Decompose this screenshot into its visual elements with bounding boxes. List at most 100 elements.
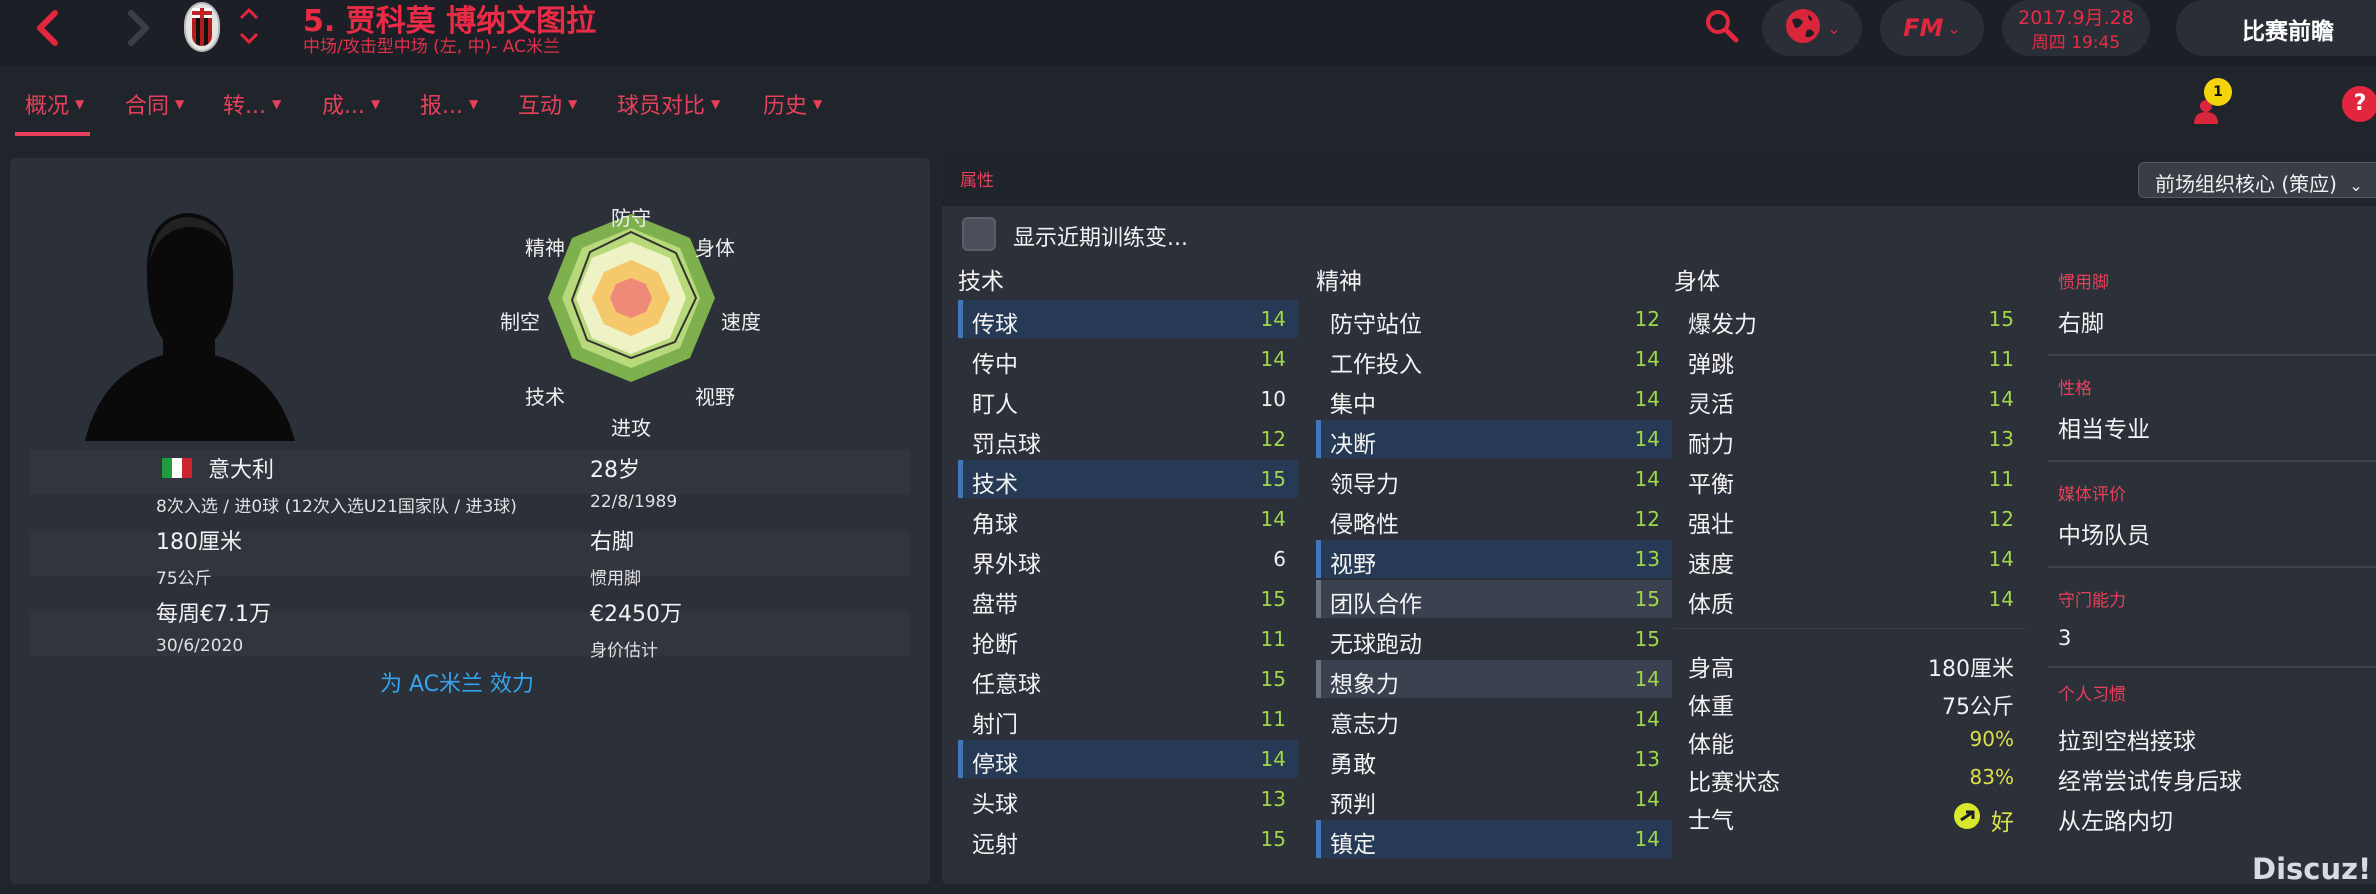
tab-transfer[interactable]: 转... ▼ [223, 88, 281, 128]
show-training-label: 显示近期训练变... [1013, 226, 1188, 251]
attribute-row[interactable]: 技术 15 [958, 460, 1298, 498]
player-tabs: 概况 ▼ 合同 ▼ 转... ▼ 成... ▼ 报... ▼ 互动 ▼ 球员对比 ▼ 历史 ▼ [0, 80, 1000, 136]
radar-label-vision: 视野 [695, 385, 735, 409]
forward-arrow-icon[interactable] [116, 6, 160, 50]
radar-label-defending: 防守 [611, 206, 651, 230]
tab-contract[interactable]: 合同 ▼ [125, 88, 184, 128]
goalkeeping-value: 3 [2058, 626, 2072, 650]
contract-expiry: 30/6/2020 [156, 636, 244, 656]
player-up-down-icon[interactable] [236, 2, 262, 50]
physical-info-row: 比赛状态 83% [1688, 765, 2014, 796]
tab-history[interactable]: 历史 ▼ [763, 88, 822, 128]
morale-icon [1954, 803, 1980, 829]
side-foot-label: 惯用脚 [2058, 273, 2109, 293]
attribute-row[interactable]: 平衡 11 [1674, 460, 2026, 498]
attribute-row[interactable]: 盯人 10 [958, 380, 1298, 418]
attribute-row[interactable]: 弹跳 11 [1674, 340, 2026, 378]
attribute-row[interactable]: 灵活 14 [1674, 380, 2026, 418]
goalkeeping-label: 守门能力 [2058, 591, 2126, 611]
attributes-title: 属性 [960, 171, 994, 191]
attribute-row[interactable]: 预判 14 [1316, 780, 1672, 818]
attribute-row[interactable]: 视野 13 [1316, 540, 1672, 578]
attribute-row[interactable]: 侵略性 12 [1316, 500, 1672, 538]
player-avatar [85, 205, 295, 445]
preferred-foot-label: 惯用脚 [590, 569, 641, 589]
tab-interaction[interactable]: 互动 ▼ [518, 88, 577, 128]
attribute-row[interactable]: 无球跑动 15 [1316, 620, 1672, 658]
attribute-row[interactable]: 工作投入 14 [1316, 340, 1672, 378]
chevron-down-icon: ⌄ [2349, 176, 2363, 195]
attribute-row[interactable]: 爆发力 15 [1674, 300, 2026, 338]
show-training-checkbox[interactable] [962, 217, 996, 251]
media-description-value: 中场队员 [2058, 523, 2150, 549]
chevron-down-icon: ▼ [568, 97, 578, 111]
tab-compare[interactable]: 球员对比 ▼ [617, 88, 720, 128]
attribute-row[interactable]: 速度 14 [1674, 540, 2026, 578]
attribute-row[interactable]: 耐力 13 [1674, 420, 2026, 458]
role-select[interactable]: 前场组织核心 (策应) ⌄ [2138, 162, 2376, 198]
attribute-row[interactable]: 角球 14 [958, 500, 1298, 538]
attribute-row[interactable]: 想象力 14 [1316, 660, 1672, 698]
playing-for-club-link[interactable]: 为 AC米兰 效力 [380, 666, 534, 698]
attribute-row[interactable]: 领导力 14 [1316, 460, 1672, 498]
back-arrow-icon[interactable] [26, 6, 70, 50]
attribute-row[interactable]: 任意球 15 [958, 660, 1298, 698]
club-crest-icon[interactable] [184, 2, 220, 52]
physical-column-title: 身体 [1674, 269, 1720, 295]
match-preview-button[interactable]: 比赛前瞻 [2176, 0, 2376, 56]
attribute-row[interactable]: 盘带 15 [958, 580, 1298, 618]
tab-overview[interactable]: 概况 ▼ [14, 88, 91, 136]
attribute-row[interactable]: 界外球 6 [958, 540, 1298, 578]
market-value-label: 身价估计 [590, 641, 658, 661]
radar-label-mental: 精神 [525, 236, 565, 260]
player-traits-label: 个人习惯 [2058, 685, 2126, 705]
tab-development[interactable]: 成... ▼ [322, 88, 380, 128]
attribute-row[interactable]: 头球 13 [958, 780, 1298, 818]
radar-label-aerial: 制空 [500, 310, 540, 334]
divider [2048, 666, 2376, 668]
attribute-row[interactable]: 远射 15 [958, 820, 1298, 858]
tab-reports[interactable]: 报... ▼ [420, 88, 478, 128]
side-foot-value: 右脚 [2058, 311, 2104, 337]
chevron-down-icon: ▼ [370, 97, 381, 111]
game-day-time: 周四 19:45 [2031, 33, 2121, 53]
attribute-row[interactable]: 停球 14 [958, 740, 1298, 778]
fm-menu-button[interactable]: FM ⌄ [1880, 0, 1984, 56]
international-caps: 8次入选 / 进0球 (12次入选U21国家队 / 进3球) [156, 497, 517, 517]
italy-flag-icon [162, 458, 192, 478]
attribute-row[interactable]: 体质 14 [1674, 580, 2026, 618]
player-weight: 75公斤 [156, 569, 212, 589]
chevron-down-icon: ▼ [711, 97, 721, 111]
world-menu-button[interactable]: ⌄ [1762, 0, 1862, 56]
chevron-down-icon: ▼ [271, 97, 282, 111]
game-date: 2017.9月.28 [2018, 7, 2134, 29]
attribute-row[interactable]: 传中 14 [958, 340, 1298, 378]
preferred-foot: 右脚 [590, 530, 635, 555]
attribute-row[interactable]: 意志力 14 [1316, 700, 1672, 738]
notification-badge: 1 [2204, 78, 2232, 106]
help-icon[interactable]: ? [2342, 86, 2376, 122]
date-of-birth: 22/8/1989 [590, 492, 678, 512]
nationality[interactable]: 意大利 [208, 452, 274, 484]
attribute-row[interactable]: 防守站位 12 [1316, 300, 1672, 338]
attribute-row[interactable]: 强壮 12 [1674, 500, 2026, 538]
attribute-row[interactable]: 射门 11 [958, 700, 1298, 738]
divider [1674, 628, 2026, 629]
watermark: Discuz! [2252, 852, 2372, 886]
radar-label-technique: 技术 [525, 385, 565, 409]
divider [2048, 354, 2376, 356]
role-select-value: 前场组织核心 (策应) [2155, 172, 2337, 196]
attribute-row[interactable]: 抢断 11 [958, 620, 1298, 658]
market-value: €2450万 [590, 602, 682, 627]
physical-info-row: 体重 75公斤 [1688, 694, 2014, 720]
attribute-row[interactable]: 决断 14 [1316, 420, 1672, 458]
attribute-row[interactable]: 传球 14 [958, 300, 1298, 338]
attribute-row[interactable]: 团队合作 15 [1316, 580, 1672, 618]
chevron-down-icon: ▼ [813, 97, 823, 111]
attribute-row[interactable]: 集中 14 [1316, 380, 1672, 418]
search-icon[interactable] [1702, 6, 1742, 46]
attribute-row[interactable]: 罚点球 12 [958, 420, 1298, 458]
mental-column-title: 精神 [1316, 269, 1362, 295]
attribute-row[interactable]: 镇定 14 [1316, 820, 1672, 858]
attribute-row[interactable]: 勇敢 13 [1316, 740, 1672, 778]
